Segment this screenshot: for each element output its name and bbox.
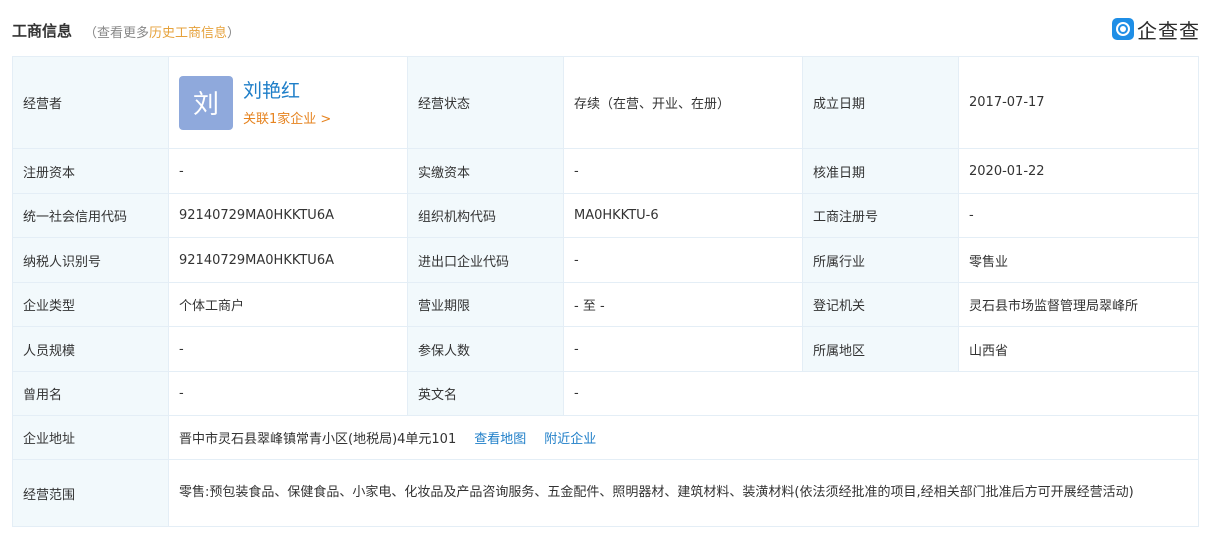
taxpayer-id-value: 92140729MA0HKKTU6A bbox=[168, 237, 408, 283]
import-export-code-value: - bbox=[563, 237, 803, 283]
credit-code-value: 92140729MA0HKKTU6A bbox=[168, 193, 408, 238]
registered-capital-value: - bbox=[168, 148, 408, 194]
section-header: 工商信息 （查看更多历史工商信息） 企查查 bbox=[12, 0, 1200, 56]
table-row: 企业地址 晋中市灵石县翠峰镇常青小区(地税局)4单元101 查看地图 附近企业 bbox=[12, 415, 1199, 460]
company-type-value: 个体工商户 bbox=[168, 282, 408, 327]
paid-capital-value: - bbox=[563, 148, 803, 194]
nearby-companies-link[interactable]: 附近企业 bbox=[544, 432, 596, 447]
business-scope-value: 零售:预包装食品、保健食品、小家电、化妆品及产品咨询服务、五金配件、照明器材、建… bbox=[168, 459, 1199, 527]
status-value: 存续（在营、开业、在册） bbox=[563, 56, 803, 149]
reg-authority-label: 登记机关 bbox=[802, 282, 959, 327]
region-value: 山西省 bbox=[958, 326, 1199, 372]
owner-label: 经营者 bbox=[12, 56, 169, 149]
staff-size-value: - bbox=[168, 326, 408, 372]
reg-number-label: 工商注册号 bbox=[802, 193, 959, 238]
org-code-label: 组织机构代码 bbox=[407, 193, 564, 238]
approval-date-value: 2020-01-22 bbox=[958, 148, 1199, 194]
business-scope-label: 经营范围 bbox=[12, 459, 169, 527]
owner-avatar[interactable]: 刘 bbox=[179, 75, 233, 130]
org-code-value: MA0HKKTU-6 bbox=[563, 193, 803, 238]
qichacha-logo-icon bbox=[1112, 18, 1134, 40]
subtitle-prefix: （查看更多 bbox=[84, 26, 150, 41]
table-row: 曾用名 - 英文名 - bbox=[12, 371, 1199, 416]
staff-size-label: 人员规模 bbox=[12, 326, 169, 372]
status-label: 经营状态 bbox=[407, 56, 564, 149]
english-name-value: - bbox=[563, 371, 1199, 416]
english-name-label: 英文名 bbox=[407, 371, 564, 416]
section-subtitle: （查看更多历史工商信息） bbox=[84, 22, 240, 41]
business-term-value: - 至 - bbox=[563, 282, 803, 327]
former-name-label: 曾用名 bbox=[12, 371, 169, 416]
paid-capital-label: 实缴资本 bbox=[407, 148, 564, 194]
industry-value: 零售业 bbox=[958, 237, 1199, 283]
taxpayer-id-label: 纳税人识别号 bbox=[12, 237, 169, 283]
reg-number-value: - bbox=[958, 193, 1199, 238]
owner-cell: 刘 刘艳红 关联1家企业 > bbox=[168, 56, 408, 149]
table-row: 经营范围 零售:预包装食品、保健食品、小家电、化妆品及产品咨询服务、五金配件、照… bbox=[12, 459, 1199, 527]
table-row: 经营者 刘 刘艳红 关联1家企业 > 经营状态 存续（在营、开业、在册） 成立日… bbox=[12, 56, 1199, 149]
address-label: 企业地址 bbox=[12, 415, 169, 460]
table-row: 企业类型 个体工商户 营业期限 - 至 - 登记机关 灵石县市场监督管理局翠峰所 bbox=[12, 282, 1199, 327]
view-map-link[interactable]: 查看地图 bbox=[474, 432, 526, 447]
table-row: 统一社会信用代码 92140729MA0HKKTU6A 组织机构代码 MA0HK… bbox=[12, 193, 1199, 238]
company-type-label: 企业类型 bbox=[12, 282, 169, 327]
subtitle-suffix: ） bbox=[227, 26, 241, 41]
insured-count-label: 参保人数 bbox=[407, 326, 564, 372]
history-info-link[interactable]: 历史工商信息 bbox=[149, 26, 227, 41]
reg-authority-value: 灵石县市场监督管理局翠峰所 bbox=[958, 282, 1199, 327]
section-title: 工商信息 bbox=[12, 22, 73, 40]
establish-date-label: 成立日期 bbox=[802, 56, 959, 149]
former-name-value: - bbox=[168, 371, 408, 416]
related-companies-link[interactable]: 关联1家企业 > bbox=[243, 108, 331, 127]
address-cell: 晋中市灵石县翠峰镇常青小区(地税局)4单元101 查看地图 附近企业 bbox=[168, 415, 1199, 460]
approval-date-label: 核准日期 bbox=[802, 148, 959, 194]
owner-name-link[interactable]: 刘艳红 bbox=[243, 78, 331, 104]
business-info-table: 经营者 刘 刘艳红 关联1家企业 > 经营状态 存续（在营、开业、在册） 成立日… bbox=[12, 56, 1199, 527]
qichacha-logo: 企查查 bbox=[1112, 17, 1200, 43]
industry-label: 所属行业 bbox=[802, 237, 959, 283]
table-row: 注册资本 - 实缴资本 - 核准日期 2020-01-22 bbox=[12, 148, 1199, 194]
region-label: 所属地区 bbox=[802, 326, 959, 372]
establish-date-value: 2017-07-17 bbox=[958, 56, 1199, 149]
import-export-code-label: 进出口企业代码 bbox=[407, 237, 564, 283]
credit-code-label: 统一社会信用代码 bbox=[12, 193, 169, 238]
address-value: 晋中市灵石县翠峰镇常青小区(地税局)4单元101 bbox=[179, 432, 457, 447]
table-row: 人员规模 - 参保人数 - 所属地区 山西省 bbox=[12, 326, 1199, 372]
insured-count-value: - bbox=[563, 326, 803, 372]
registered-capital-label: 注册资本 bbox=[12, 148, 169, 194]
table-row: 纳税人识别号 92140729MA0HKKTU6A 进出口企业代码 - 所属行业… bbox=[12, 237, 1199, 283]
logo-text: 企查查 bbox=[1137, 18, 1200, 43]
business-term-label: 营业期限 bbox=[407, 282, 564, 327]
